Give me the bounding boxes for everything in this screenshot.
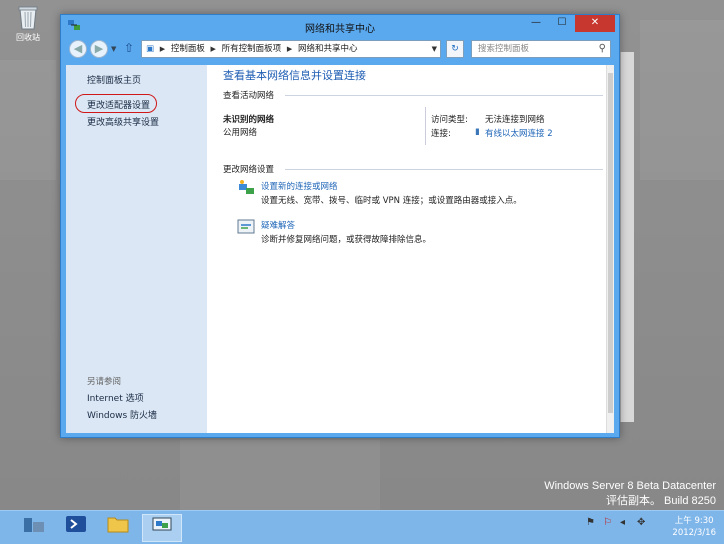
title-bar[interactable]: 网络和共享中心 — ☐ ✕ <box>61 15 619 37</box>
watermark-build: 评估副本。 Build 8250 <box>605 495 716 507</box>
back-arrow-icon: ◀ <box>73 42 83 55</box>
watermark-edition: Windows Server 8 Beta Datacenter <box>544 480 716 492</box>
sidebar-item-firewall[interactable]: Windows 防火墙 <box>87 408 157 421</box>
system-clock[interactable]: 上午 9:30 2012/3/16 <box>672 515 716 539</box>
refresh-button[interactable]: ↻ <box>446 40 464 58</box>
desktop-tile <box>0 60 56 180</box>
divider <box>285 169 603 170</box>
troubleshoot-description: 诊断并修复网络问题，或获得故障排除信息。 <box>261 235 432 245</box>
close-button[interactable]: ✕ <box>575 15 615 32</box>
breadcrumb-item[interactable]: 所有控制面板项 <box>222 44 282 54</box>
action-center-icon[interactable]: ⚐ <box>603 517 612 528</box>
back-button[interactable]: ◀ <box>69 40 87 58</box>
troubleshoot-icon <box>237 219 255 238</box>
forward-arrow-icon: ▶ <box>94 42 104 55</box>
folder-icon <box>107 517 129 533</box>
powershell-icon <box>66 516 86 532</box>
ethernet-icon: ▮ <box>475 127 480 137</box>
breadcrumb-separator-icon: ▶ <box>159 45 166 53</box>
access-type-label: 访问类型: <box>431 115 468 125</box>
change-settings-heading: 更改网络设置 <box>223 165 275 175</box>
sidebar: 控制面板主页 更改适配器设置 更改高级共享设置 另请参阅 Internet 选项… <box>66 65 207 433</box>
sidebar-item-home[interactable]: 控制面板主页 <box>87 73 141 86</box>
forward-button[interactable]: ▶ <box>90 40 108 58</box>
connection-link[interactable]: 有线以太网连接 2 <box>485 127 553 139</box>
up-arrow-icon[interactable]: ⇧ <box>124 41 134 55</box>
breadcrumb-separator-icon: ▶ <box>210 45 216 53</box>
breadcrumb-item[interactable]: 网络和共享中心 <box>298 44 358 54</box>
see-also-heading: 另请参阅 <box>87 377 122 387</box>
access-type-value: 无法连接到网络 <box>485 115 545 125</box>
server-manager-button[interactable] <box>14 514 54 542</box>
taskbar: ⚑ ⚐ ◂ ✥ 上午 9:30 2012/3/16 <box>0 510 724 544</box>
server-manager-icon <box>24 518 44 532</box>
powershell-button[interactable] <box>56 514 96 542</box>
desktop-tile <box>180 440 380 510</box>
maximize-button[interactable]: ☐ <box>549 15 575 32</box>
breadcrumb-separator-icon: ▶ <box>286 45 293 53</box>
address-row: ◀ ▶ ▼ ⇧ ▣ ▶ 控制面板 ▶ 所有控制面板项 ▶ 网络和共享中心 ▼ ↻… <box>61 37 619 61</box>
clock-date: 2012/3/16 <box>672 528 716 538</box>
os-watermark: Windows Server 8 Beta Datacenter 评估副本。 B… <box>544 480 716 509</box>
minimize-button[interactable]: — <box>523 15 549 32</box>
file-explorer-button[interactable] <box>98 514 138 542</box>
sidebar-item-adapter-settings[interactable]: 更改适配器设置 <box>87 98 150 111</box>
search-input[interactable]: 搜索控制面板 ⚲ <box>471 40 611 58</box>
page-title: 查看基本网络信息并设置连接 <box>223 69 366 82</box>
recycle-bin-label: 回收站 <box>16 33 40 42</box>
network-status-icon[interactable]: ⚑ <box>586 517 595 528</box>
sidebar-item-advanced-sharing[interactable]: 更改高级共享设置 <box>87 115 159 128</box>
breadcrumb-item[interactable]: 控制面板 <box>171 44 205 54</box>
connection-label: 连接: <box>431 129 451 139</box>
network-icon <box>152 517 172 531</box>
desktop-tile <box>640 20 724 180</box>
refresh-icon: ↻ <box>451 44 459 54</box>
sidebar-item-internet-options[interactable]: Internet 选项 <box>87 391 144 404</box>
new-connection-icon <box>237 179 255 200</box>
control-panel-taskbar-button[interactable] <box>142 514 182 542</box>
scrollbar-thumb[interactable] <box>608 73 613 413</box>
troubleshoot-link[interactable]: 疑难解答 <box>261 219 295 231</box>
divider <box>425 107 426 145</box>
window-content: 控制面板主页 更改适配器设置 更改高级共享设置 另请参阅 Internet 选项… <box>66 65 614 433</box>
main-panel: 查看基本网络信息并设置连接 查看活动网络 未识别的网络 公用网络 访问类型: 无… <box>207 65 611 433</box>
network-name: 未识别的网络 <box>223 115 275 125</box>
setup-connection-description: 设置无线、宽带、拨号、临时或 VPN 连接；或设置路由器或接入点。 <box>261 196 522 206</box>
search-icon[interactable]: ⚲ <box>599 41 606 57</box>
divider <box>285 95 603 96</box>
ime-icon[interactable]: ✥ <box>637 517 645 528</box>
network-type: 公用网络 <box>223 128 258 138</box>
volume-icon[interactable]: ◂ <box>620 517 625 528</box>
address-dropdown-icon[interactable]: ▼ <box>432 41 437 57</box>
search-placeholder: 搜索控制面板 <box>478 44 530 54</box>
background-window-edge <box>620 52 634 422</box>
setup-connection-link[interactable]: 设置新的连接或网络 <box>261 180 338 192</box>
vertical-scrollbar[interactable] <box>606 65 614 433</box>
network-sharing-window: 网络和共享中心 — ☐ ✕ ◀ ▶ ▼ ⇧ ▣ ▶ 控制面板 ▶ 所有控制面板项… <box>60 14 620 438</box>
active-networks-heading: 查看活动网络 <box>223 91 275 101</box>
address-bar[interactable]: ▣ ▶ 控制面板 ▶ 所有控制面板项 ▶ 网络和共享中心 ▼ <box>141 40 441 58</box>
recent-pages-dropdown[interactable]: ▼ <box>111 45 116 53</box>
recycle-bin-icon <box>18 6 38 30</box>
control-panel-icon: ▣ <box>146 44 155 54</box>
recycle-bin[interactable]: 回收站 <box>8 4 48 43</box>
clock-time: 上午 9:30 <box>674 516 714 526</box>
